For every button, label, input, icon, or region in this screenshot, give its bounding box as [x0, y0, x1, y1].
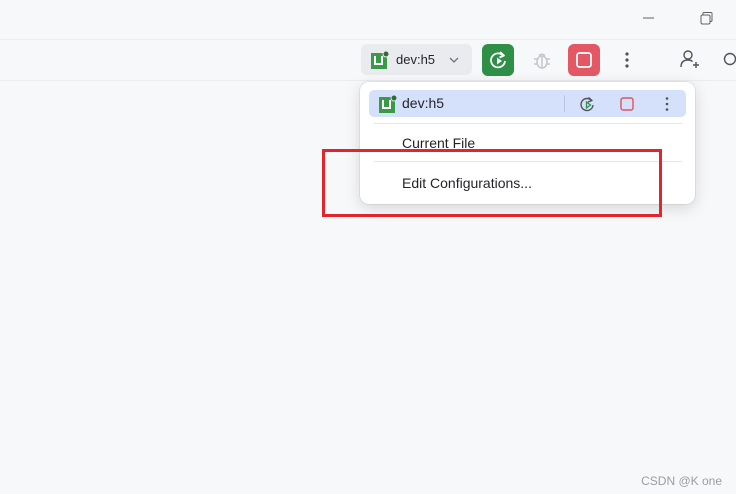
- stop-icon: [620, 97, 634, 111]
- stop-icon: [576, 52, 592, 68]
- more-actions-button[interactable]: [611, 44, 643, 76]
- rerun-button[interactable]: [482, 44, 514, 76]
- config-item-dev-h5[interactable]: dev:h5: [369, 90, 686, 117]
- minimize-button[interactable]: [634, 6, 662, 30]
- add-user-icon: [680, 50, 699, 68]
- divider: [564, 95, 565, 112]
- config-item-label: dev:h5: [402, 95, 445, 111]
- more-vertical-icon: [665, 97, 669, 111]
- annotation-highlight-box: [322, 149, 662, 217]
- search-button[interactable]: [716, 44, 736, 76]
- rerun-icon: [490, 51, 506, 69]
- stop-config-button[interactable]: [617, 94, 637, 114]
- debug-button[interactable]: [526, 44, 558, 76]
- bug-icon: [534, 53, 550, 69]
- rerun-icon: [580, 96, 594, 112]
- more-vertical-icon: [625, 52, 629, 68]
- search-icon: [723, 52, 736, 66]
- config-more-button[interactable]: [657, 94, 677, 114]
- minimize-icon: [643, 17, 654, 19]
- uniapp-config-icon: [379, 94, 398, 113]
- restore-icon: [700, 12, 713, 25]
- chevron-down-icon: [449, 57, 459, 63]
- run-config-selector[interactable]: dev:h5: [361, 44, 472, 75]
- menu-separator: [374, 123, 682, 124]
- title-bar: [0, 0, 736, 40]
- stop-button[interactable]: [568, 44, 600, 76]
- config-name-label: dev:h5: [396, 52, 436, 67]
- main-toolbar: dev:h5: [0, 40, 736, 81]
- restore-button[interactable]: [692, 6, 720, 30]
- uniapp-config-icon: [371, 50, 390, 69]
- add-user-button[interactable]: [675, 44, 707, 76]
- rerun-config-button[interactable]: [577, 94, 597, 114]
- watermark: CSDN @K one: [641, 474, 722, 488]
